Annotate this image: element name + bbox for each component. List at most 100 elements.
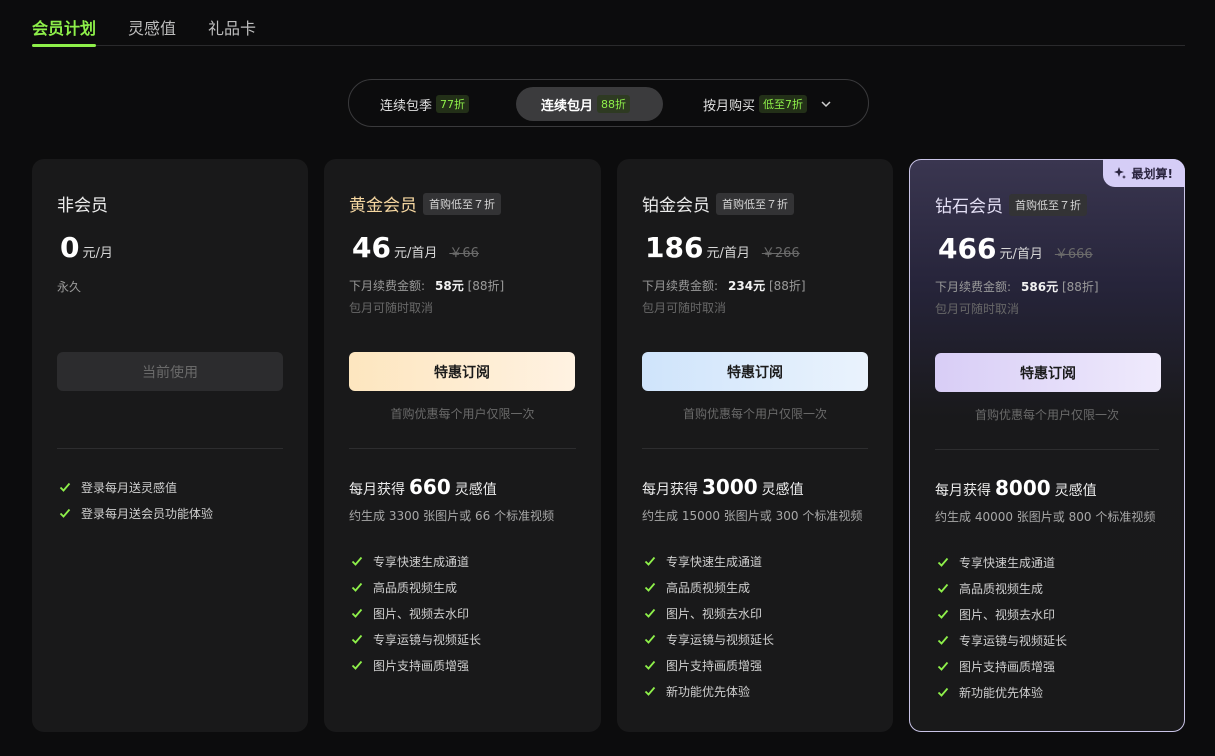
feature-item: 图片支持画质增强 [642, 652, 774, 678]
feature-item: 高品质视频生成 [935, 575, 1067, 601]
billing-option-label: 连续包月 [541, 98, 594, 114]
billing-option-quarterly[interactable]: 连续包季 77折 [365, 87, 505, 121]
plan-price: 466 元/首月 ￥666 [938, 232, 1093, 265]
cancel-note: 包月可随时取消 [642, 301, 727, 315]
price-value: 186 [645, 231, 704, 264]
feature-list: 专享快速生成通道 高品质视频生成 图片、视频去水印 专享运镜与视频延长 图片支持… [642, 548, 774, 704]
renewal-info: 下月续费金额: 586元 [88折] [935, 280, 1099, 294]
top-tabs: 会员计划 灵感值 礼品卡 [32, 0, 1185, 47]
price-unit: 元/首月 [706, 246, 750, 261]
check-icon [937, 557, 949, 567]
check-icon [351, 608, 363, 618]
monthly-credits: 每月获得 660 灵感值 [349, 475, 497, 499]
generation-estimate: 约生成 3300 张图片或 66 个标准视频 [349, 509, 555, 523]
feature-item: 图片、视频去水印 [935, 601, 1067, 627]
billing-period-toggle: 连续包季 77折 连续包月 88折 按月购买 低至7折 [348, 79, 869, 127]
check-icon [937, 609, 949, 619]
tab-gift-card[interactable]: 礼品卡 [208, 15, 256, 39]
first-purchase-tag: 首购低至７折 [423, 192, 501, 215]
discount-badge: 低至7折 [759, 95, 808, 113]
billing-option-label: 按月购买 [703, 98, 756, 114]
subscribe-button[interactable]: 特惠订阅 [349, 352, 575, 391]
tab-membership-plans[interactable]: 会员计划 [32, 15, 97, 47]
subscribe-button[interactable]: 特惠订阅 [642, 352, 868, 391]
plan-card-diamond: 最划算! 钻石会员 首购低至７折 466 元/首月 ￥666 下月续费金额: 58… [909, 159, 1185, 732]
original-price: ￥66 [449, 246, 479, 261]
plan-card-gold: 黄金会员 首购低至７折 46 元/首月 ￥66 下月续费金额: 58元 [88折]… [324, 159, 601, 732]
cancel-note: 包月可随时取消 [935, 302, 1020, 316]
billing-option-monthly-purchase[interactable]: 按月购买 低至7折 [689, 87, 859, 121]
membership-page: 会员计划 灵感值 礼品卡 连续包季 77折 连续包月 88折 按月购买 低至7折… [0, 0, 1215, 756]
plan-price: 46 元/首月 ￥66 [352, 231, 479, 264]
billing-option-monthly-auto[interactable]: 连续包月 88折 [516, 87, 663, 121]
feature-item: 登录每月送灵感值 [57, 474, 213, 500]
price-value: 0 [60, 231, 80, 264]
plan-name: 钻石会员 首购低至７折 [935, 192, 1087, 217]
plan-price: 0 元/月 [60, 231, 113, 264]
chevron-down-icon[interactable] [819, 97, 833, 111]
check-icon [644, 686, 656, 696]
plan-name: 铂金会员 首购低至７折 [642, 191, 794, 216]
original-price: ￥266 [761, 246, 800, 261]
renewal-info: 下月续费金额: 234元 [88折] [642, 279, 806, 293]
check-icon [351, 556, 363, 566]
monthly-credits: 每月获得 8000 灵感值 [935, 476, 1097, 500]
feature-item: 图片支持画质增强 [349, 652, 481, 678]
feature-item: 图片、视频去水印 [349, 600, 481, 626]
feature-item: 高品质视频生成 [642, 574, 774, 600]
feature-list: 专享快速生成通道 高品质视频生成 图片、视频去水印 专享运镜与视频延长 图片支持… [935, 549, 1067, 705]
feature-list: 登录每月送灵感值 登录每月送会员功能体验 [57, 474, 213, 526]
check-icon [59, 508, 71, 518]
plan-card-free: 非会员 0 元/月 永久 当前使用 登录每月送灵感值 登录每月送会员功能体验 [32, 159, 308, 732]
feature-item: 专享快速生成通道 [349, 548, 481, 574]
check-icon [351, 660, 363, 670]
price-unit: 元/首月 [393, 246, 438, 261]
check-icon [644, 608, 656, 618]
period-note: 永久 [57, 280, 82, 294]
check-icon [59, 482, 71, 492]
price-value: 466 [938, 232, 997, 265]
first-purchase-tag: 首购低至７折 [1009, 193, 1087, 216]
feature-item: 新功能优先体验 [642, 678, 774, 704]
plan-name: 非会员 [57, 196, 108, 216]
feature-item: 专享快速生成通道 [642, 548, 774, 574]
billing-option-label: 连续包季 [380, 98, 433, 114]
feature-list: 专享快速生成通道 高品质视频生成 图片、视频去水印 专享运镜与视频延长 图片支持… [349, 548, 481, 678]
feature-item: 专享快速生成通道 [935, 549, 1067, 575]
feature-item: 高品质视频生成 [349, 574, 481, 600]
divider [935, 449, 1159, 450]
check-icon [644, 634, 656, 644]
original-price: ￥666 [1054, 247, 1093, 262]
tab-credits[interactable]: 灵感值 [128, 15, 176, 39]
feature-item: 专享运镜与视频延长 [349, 626, 481, 652]
price-unit: 元/月 [82, 246, 113, 261]
renewal-info: 下月续费金额: 58元 [88折] [349, 279, 505, 293]
check-icon [937, 635, 949, 645]
plan-card-platinum: 铂金会员 首购低至７折 186 元/首月 ￥266 下月续费金额: 234元 [8… [617, 159, 893, 732]
best-value-badge: 最划算! [1102, 159, 1185, 187]
check-icon [351, 582, 363, 592]
price-value: 46 [352, 231, 391, 264]
sparkle-icon [1113, 167, 1126, 179]
price-unit: 元/首月 [999, 247, 1043, 262]
generation-estimate: 约生成 40000 张图片或 800 个标准视频 [935, 510, 1156, 524]
feature-item: 新功能优先体验 [935, 679, 1067, 705]
check-icon [937, 583, 949, 593]
current-plan-button[interactable]: 当前使用 [57, 352, 283, 391]
feature-item: 专享运镜与视频延长 [642, 626, 774, 652]
discount-badge: 88折 [597, 95, 631, 113]
monthly-credits: 每月获得 3000 灵感值 [642, 475, 804, 499]
subscribe-button[interactable]: 特惠订阅 [935, 353, 1161, 392]
first-purchase-note: 首购优惠每个用户仅限一次 [682, 407, 827, 421]
feature-item: 图片、视频去水印 [642, 600, 774, 626]
first-purchase-note: 首购优惠每个用户仅限一次 [390, 407, 535, 421]
discount-badge: 77折 [436, 95, 470, 113]
check-icon [937, 687, 949, 697]
check-icon [937, 661, 949, 671]
plan-price: 186 元/首月 ￥266 [645, 231, 800, 264]
divider [642, 448, 868, 449]
feature-item: 专享运镜与视频延长 [935, 627, 1067, 653]
divider [349, 448, 576, 449]
first-purchase-tag: 首购低至７折 [716, 192, 794, 215]
first-purchase-note: 首购优惠每个用户仅限一次 [974, 408, 1119, 422]
